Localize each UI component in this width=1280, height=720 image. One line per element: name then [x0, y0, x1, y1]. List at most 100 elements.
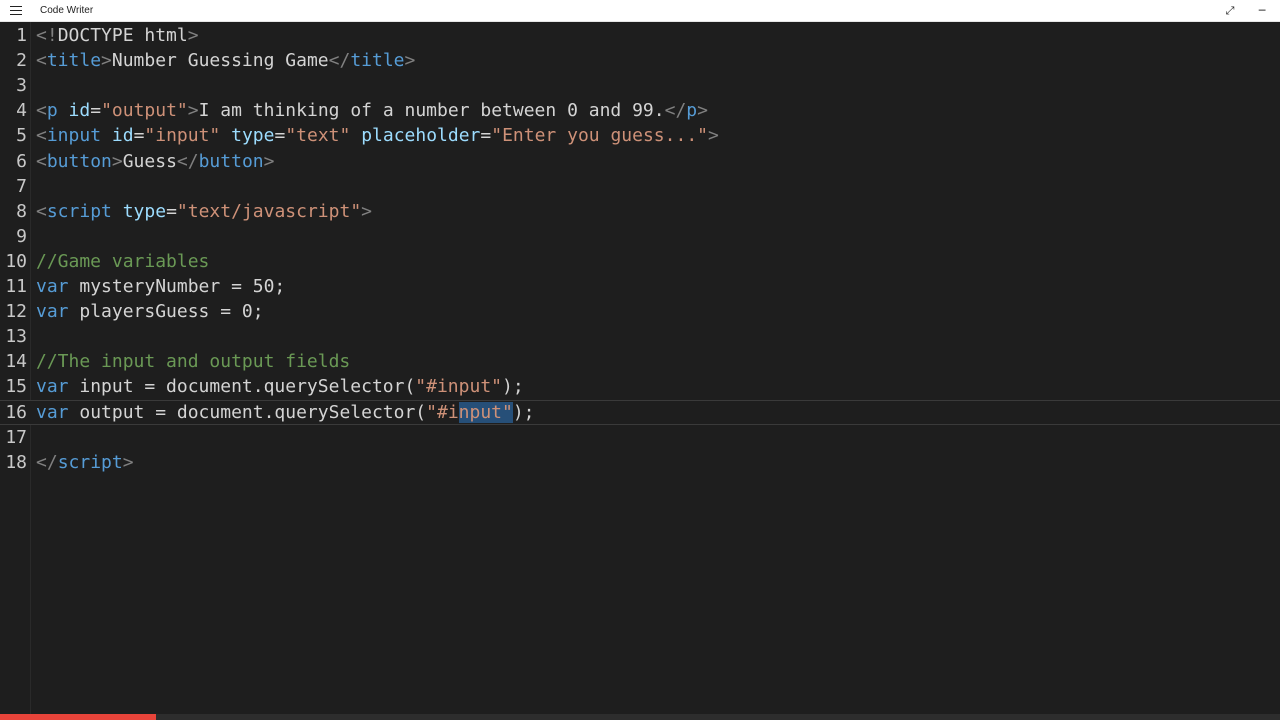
- line-number: 16: [5, 401, 27, 423]
- code-token: var: [36, 276, 69, 297]
- code-token: type: [231, 125, 275, 147]
- code-line[interactable]: 17: [0, 425, 1280, 450]
- code-token: >: [187, 25, 199, 46]
- code-token: "#i: [426, 401, 459, 423]
- line-number: 2: [16, 50, 27, 72]
- code-token: button: [198, 150, 264, 172]
- code-token: p: [686, 100, 698, 122]
- code-token: p: [46, 100, 58, 122]
- code-token: var: [36, 401, 69, 423]
- code-token: </: [36, 451, 58, 473]
- code-token: "text": [285, 125, 351, 147]
- code-token: mysteryNumber = 50;: [68, 276, 286, 297]
- line-text: <!DOCTYPE html>: [36, 23, 199, 48]
- code-token: //The input and output fields: [36, 351, 351, 373]
- code-token: <: [36, 50, 47, 72]
- line-text: </script>: [36, 450, 134, 475]
- expand-icon[interactable]: ⤢: [1222, 3, 1238, 19]
- code-line[interactable]: 2 <title>Number Guessing Game</title>: [0, 48, 1280, 73]
- line-text: <input id="input" type="text" placeholde…: [36, 123, 719, 148]
- line-number: 7: [16, 175, 27, 197]
- code-line[interactable]: 15 var input = document.querySelector("#i…: [0, 374, 1280, 399]
- line-number: 12: [5, 301, 27, 323]
- code-token: >: [101, 50, 112, 72]
- status-bar: [0, 714, 1280, 720]
- code-token: <: [36, 125, 47, 147]
- code-token: </: [664, 100, 687, 122]
- code-token: var: [36, 376, 69, 398]
- code-line[interactable]: 4 <p id="output">I am thinking of a numbe…: [0, 98, 1280, 123]
- line-number: 5: [16, 125, 27, 147]
- line-text: var playersGuess = 0;: [36, 299, 264, 324]
- line-text: //Game variables: [36, 249, 209, 274]
- line-text: var output = document.querySelector("#in…: [36, 401, 535, 424]
- code-token: >: [697, 100, 708, 122]
- code-line[interactable]: 13: [0, 324, 1280, 349]
- code-token: title: [350, 50, 405, 72]
- code-token: var: [36, 301, 69, 323]
- code-line[interactable]: 9: [0, 224, 1280, 249]
- code-token: script: [57, 451, 123, 473]
- code-line[interactable]: 7: [0, 174, 1280, 199]
- code-token: button: [46, 150, 112, 172]
- code-line[interactable]: 12 var playersGuess = 0;: [0, 299, 1280, 324]
- code-token: script: [46, 200, 112, 222]
- line-text: <title>Number Guessing Game</title>: [36, 48, 415, 73]
- code-token: "text/javascript": [176, 200, 362, 222]
- line-text: <p id="output">I am thinking of a number…: [36, 98, 708, 123]
- code-token: >: [122, 451, 134, 473]
- code-token: >: [263, 150, 275, 172]
- code-token: "#input": [415, 376, 502, 398]
- line-text: <script type="text/javascript">: [36, 199, 372, 224]
- code-line[interactable]: 14 //The input and output fields: [0, 349, 1280, 374]
- code-line[interactable]: 6 <button>Guess</button>: [0, 149, 1280, 174]
- code-token: playersGuess = 0;: [68, 301, 264, 323]
- line-number: 6: [16, 150, 27, 172]
- code-token: >: [708, 125, 719, 147]
- line-number: 9: [16, 225, 27, 247]
- code-token: <: [36, 150, 47, 172]
- code-line[interactable]: 8 <script type="text/javascript">: [0, 199, 1280, 224]
- line-number: 4: [16, 100, 27, 122]
- line-text: var input = document.querySelector("#inp…: [36, 374, 524, 399]
- code-token: </: [328, 50, 351, 72]
- status-accent-segment: [0, 714, 156, 720]
- code-token: input: [46, 125, 102, 147]
- code-token: input = document.querySelector(: [68, 376, 416, 398]
- code-line[interactable]: 18 </script>: [0, 450, 1280, 475]
- code-token: =: [166, 200, 177, 222]
- code-token: "Enter you guess...": [491, 125, 708, 147]
- code-token: >: [111, 150, 123, 172]
- code-line[interactable]: 3: [0, 73, 1280, 98]
- code-line[interactable]: 5 <input id="input" type="text" placehold…: [0, 123, 1280, 148]
- hamburger-menu-icon[interactable]: [10, 6, 22, 16]
- selected-text: nput": [458, 401, 513, 423]
- code-token: Guess: [122, 150, 177, 172]
- line-number: 3: [16, 75, 27, 97]
- code-token: =: [274, 125, 286, 147]
- line-number: 14: [5, 351, 27, 373]
- code-token: );: [502, 376, 524, 398]
- code-token: id: [111, 125, 134, 147]
- line-text: <button>Guess</button>: [36, 149, 274, 174]
- code-token: //Game variables: [36, 250, 210, 272]
- app-title: Code Writer: [40, 5, 94, 16]
- line-number: 10: [5, 250, 27, 272]
- minimize-icon[interactable]: ─: [1254, 3, 1270, 19]
- code-line[interactable]: 10 //Game variables: [0, 249, 1280, 274]
- line-number: 15: [5, 376, 27, 398]
- code-area[interactable]: 1 <!DOCTYPE html> 2 <title>Number Guessing …: [0, 22, 1280, 714]
- code-line[interactable]: 16 var output = document.querySelector("#…: [0, 399, 1280, 425]
- code-token: type: [122, 200, 167, 222]
- code-token: =: [133, 125, 145, 147]
- code-token: >: [404, 50, 416, 72]
- line-number: 17: [5, 426, 27, 448]
- code-line[interactable]: 1 <!DOCTYPE html>: [0, 23, 1280, 48]
- code-editor[interactable]: 1 <!DOCTYPE html> 2 <title>Number Guessing …: [0, 22, 1280, 714]
- code-token: >: [361, 200, 372, 222]
- code-token: "input": [144, 125, 221, 147]
- code-line[interactable]: 11 var mysteryNumber = 50;: [0, 274, 1280, 299]
- code-token: id: [68, 100, 91, 122]
